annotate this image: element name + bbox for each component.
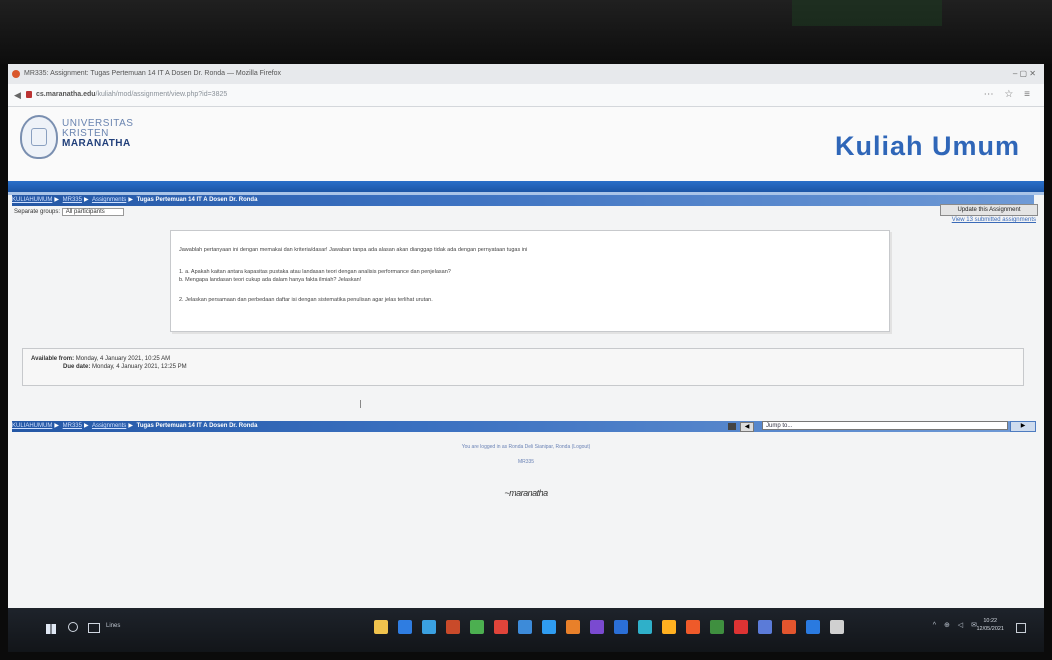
toolbar-icons[interactable]: ⋯ ☆ ≡ bbox=[984, 84, 1034, 106]
url-domain: cs.maranatha.edu bbox=[36, 91, 96, 98]
group-selector-row: Separate groups: All participants bbox=[14, 208, 124, 216]
taskbar-app-icon[interactable] bbox=[470, 620, 484, 634]
due-row: Due date: Monday, 4 January 2021, 12:25 … bbox=[63, 363, 187, 371]
window-title: MR335: Assignment: Tugas Pertemuan 14 IT… bbox=[24, 70, 282, 77]
breadcrumb-item[interactable]: Assignments bbox=[92, 423, 126, 429]
breadcrumb-item[interactable]: Assignments bbox=[92, 197, 126, 203]
taskbar-app-icon[interactable] bbox=[662, 620, 676, 634]
taskbar-app-icon[interactable] bbox=[374, 620, 388, 634]
windows-taskbar: Lines ^ ⊕ ◁ ✉ 10:22 12/05/2021 bbox=[8, 608, 1044, 652]
description-paragraph: Jawablah pertanyaan ini dengan memakai d… bbox=[179, 247, 528, 253]
taskbar-app-icon[interactable] bbox=[758, 620, 772, 634]
breadcrumb-item[interactable]: MR335 bbox=[63, 197, 82, 203]
available-value: Monday, 4 January 2021, 10:25 AM bbox=[75, 356, 171, 362]
taskbar-app-icon[interactable] bbox=[782, 620, 796, 634]
update-assignment-button[interactable]: Update this Assignment bbox=[940, 204, 1038, 216]
breadcrumb: KULIAHUMUM ▶ MR335 ▶ Assignments ▶ Tugas Pe… bbox=[12, 195, 1034, 206]
taskbar-app-icon[interactable] bbox=[542, 620, 556, 634]
description-paragraph: 2. Jelaskan persamaan dan perbedaan daft… bbox=[179, 297, 433, 303]
description-paragraph: 1. a. Apakah kaitan antara kapasitas pus… bbox=[179, 269, 451, 275]
mouse-cursor-icon bbox=[360, 400, 365, 408]
clock-date: 12/05/2021 bbox=[976, 626, 1004, 632]
jump-to-select[interactable]: Jump to... bbox=[762, 421, 1008, 430]
taskbar-app-icon[interactable] bbox=[590, 620, 604, 634]
breadcrumb-current: Tugas Pertemuan 14 IT A Dosen Dr. Ronda bbox=[136, 423, 258, 429]
description-paragraph: b. Mengapa landasan teori cukup ada dala… bbox=[179, 277, 362, 283]
task-view-icon[interactable] bbox=[88, 623, 100, 633]
group-label: Separate groups bbox=[14, 209, 59, 215]
breadcrumb-item[interactable]: MR335 bbox=[63, 423, 82, 429]
taskbar-app-icon[interactable] bbox=[710, 620, 724, 634]
monitor-screen: MR335: Assignment: Tugas Pertemuan 14 IT… bbox=[8, 64, 1044, 652]
back-arrow-icon[interactable]: ◀ bbox=[14, 84, 21, 106]
logo-line3: MARANATHA bbox=[62, 138, 131, 149]
windows-start-icon[interactable] bbox=[46, 624, 56, 634]
taskbar-app-icon[interactable] bbox=[398, 620, 412, 634]
university-logo-icon bbox=[20, 115, 58, 159]
header-band bbox=[8, 181, 1044, 192]
system-tray-icons[interactable]: ^ ⊕ ◁ ✉ bbox=[933, 621, 980, 629]
url-path: /kuliah/mod/assignment/view.php?id=3825 bbox=[95, 91, 228, 98]
save-icon[interactable] bbox=[728, 423, 736, 430]
background-glow bbox=[792, 0, 942, 26]
assignment-dates: Available from: Monday, 4 January 2021, … bbox=[22, 348, 1024, 386]
available-label: Available from: bbox=[31, 356, 75, 362]
taskbar-app-icon[interactable] bbox=[494, 620, 508, 634]
browser-titlebar: MR335: Assignment: Tugas Pertemuan 14 IT… bbox=[8, 64, 1044, 85]
due-label: Due date: bbox=[63, 364, 91, 370]
due-value: Monday, 4 January 2021, 12:25 PM bbox=[92, 364, 187, 370]
login-info[interactable]: You are logged in as Ronda Deli Sianipar… bbox=[8, 444, 1044, 450]
clock-time: 10:22 bbox=[983, 618, 998, 624]
background-top bbox=[0, 0, 1052, 64]
browser-navbar: ◀ cs.maranatha.edu/kuliah/mod/assignment… bbox=[8, 84, 1044, 107]
jump-next-button[interactable]: ▶ bbox=[1010, 421, 1036, 432]
notification-icon[interactable] bbox=[1016, 623, 1026, 633]
breadcrumb-item[interactable]: KULIAHUMUM bbox=[12, 197, 52, 203]
taskbar-app-icon[interactable] bbox=[446, 620, 460, 634]
breadcrumb-item[interactable]: KULIAHUMUM bbox=[12, 423, 52, 429]
taskbar-app-icon[interactable] bbox=[422, 620, 436, 634]
search-icon[interactable] bbox=[68, 622, 78, 632]
course-home-link[interactable]: MR335 bbox=[8, 459, 1044, 465]
url-bar[interactable]: cs.maranatha.edu/kuliah/mod/assignment/v… bbox=[36, 84, 227, 106]
taskbar-app-icon[interactable] bbox=[566, 620, 580, 634]
taskbar-search-hint[interactable]: Lines bbox=[106, 623, 120, 629]
footer-logo: ~maranatha bbox=[504, 488, 548, 498]
group-select[interactable]: All participants bbox=[61, 208, 124, 216]
site-icon[interactable] bbox=[26, 91, 32, 98]
taskbar-app-icon[interactable] bbox=[806, 620, 820, 634]
assignment-description: Jawablah pertanyaan ini dengan memakai d… bbox=[170, 230, 890, 332]
site-header: UNIVERSITAS KRISTEN MARANATHA Kuliah Umu… bbox=[8, 107, 1044, 181]
taskbar-app-icon[interactable] bbox=[686, 620, 700, 634]
taskbar-app-icon[interactable] bbox=[830, 620, 844, 634]
taskbar-app-icon[interactable] bbox=[518, 620, 532, 634]
university-logo-text: UNIVERSITAS KRISTEN MARANATHA bbox=[62, 119, 133, 149]
taskbar-app-icon[interactable] bbox=[638, 620, 652, 634]
view-submissions-link[interactable]: View 13 submitted assignments bbox=[952, 217, 1036, 223]
jump-prev-button[interactable]: ◀ bbox=[740, 422, 754, 432]
window-controls[interactable]: – ▢ ✕ bbox=[1013, 64, 1036, 84]
available-row: Available from: Monday, 4 January 2021, … bbox=[31, 355, 170, 363]
taskbar-app-icon[interactable] bbox=[614, 620, 628, 634]
taskbar-clock[interactable]: 10:22 12/05/2021 bbox=[976, 617, 1004, 633]
firefox-icon bbox=[12, 70, 20, 78]
site-title: Kuliah Umum bbox=[834, 131, 1020, 161]
taskbar-app-icon[interactable] bbox=[734, 620, 748, 634]
breadcrumb-current: Tugas Pertemuan 14 IT A Dosen Dr. Ronda bbox=[136, 197, 258, 203]
